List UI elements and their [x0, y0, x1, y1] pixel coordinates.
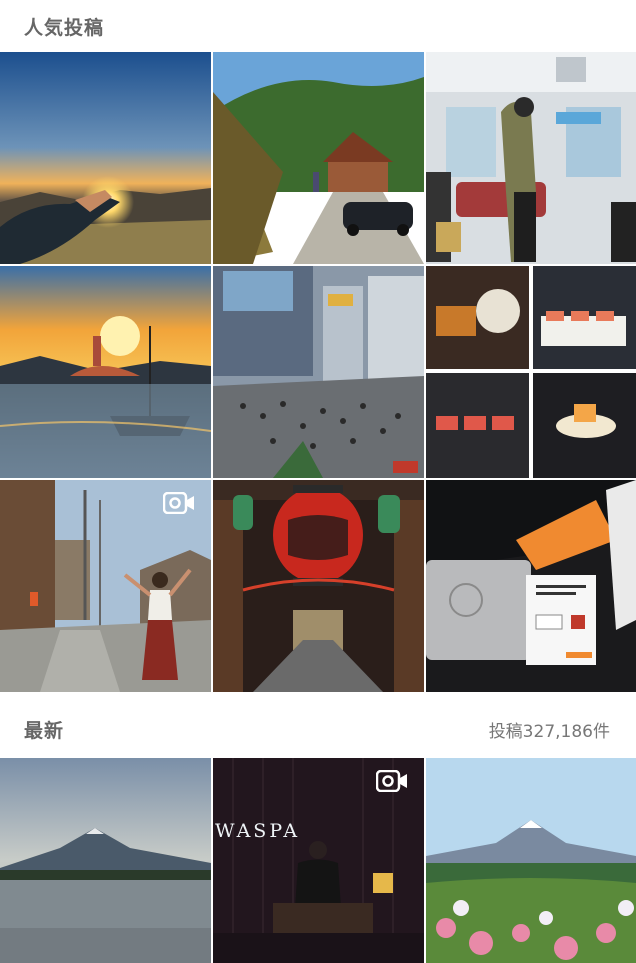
tile-hand-sunset[interactable] [0, 52, 211, 264]
photo-hand-sunset [0, 52, 211, 264]
tile-passport-ticket[interactable] [426, 480, 636, 692]
waspa-sign: WASPA [215, 820, 301, 842]
tile-shibuya-crossing[interactable] [213, 266, 424, 478]
tile-temple-lantern[interactable] [213, 480, 424, 692]
photo-food-collage [426, 266, 636, 478]
top-posts-grid [0, 52, 636, 692]
photo-train-interior [426, 52, 636, 264]
section-title-top-posts: 人気投稿 [24, 16, 105, 39]
top-posts-section: 人気投稿 [0, 0, 636, 692]
tile-waspa-night[interactable]: WASPA [213, 758, 424, 963]
top-posts-header: 人気投稿 [0, 0, 636, 52]
photo-fuji-flowers [426, 758, 636, 963]
photo-temple-lantern [213, 480, 424, 692]
tile-street-dance[interactable] [0, 480, 211, 692]
photo-lake-sunset-boat [0, 266, 211, 478]
post-count-label: 投稿327,186件 [488, 721, 610, 742]
tile-lake-sunset-boat[interactable] [0, 266, 211, 478]
tile-fuji-flowers[interactable] [426, 758, 636, 963]
tile-train-interior[interactable] [426, 52, 636, 264]
photo-shibuya-crossing [213, 266, 424, 478]
tile-food-collage[interactable] [426, 266, 636, 478]
tile-fuji-lake[interactable] [0, 758, 211, 963]
tile-farmhouse-car[interactable] [213, 52, 424, 264]
latest-section: 最新 投稿327,186件 WASPA [0, 700, 636, 963]
latest-header: 最新 投稿327,186件 [0, 700, 636, 758]
video-camera-icon [163, 492, 194, 514]
video-camera-icon [376, 770, 407, 792]
section-title-latest: 最新 [24, 719, 65, 742]
latest-grid: WASPA [0, 758, 636, 963]
photo-farmhouse-car [213, 52, 424, 264]
photo-passport-ticket [426, 480, 636, 692]
photo-fuji-lake [0, 758, 211, 963]
